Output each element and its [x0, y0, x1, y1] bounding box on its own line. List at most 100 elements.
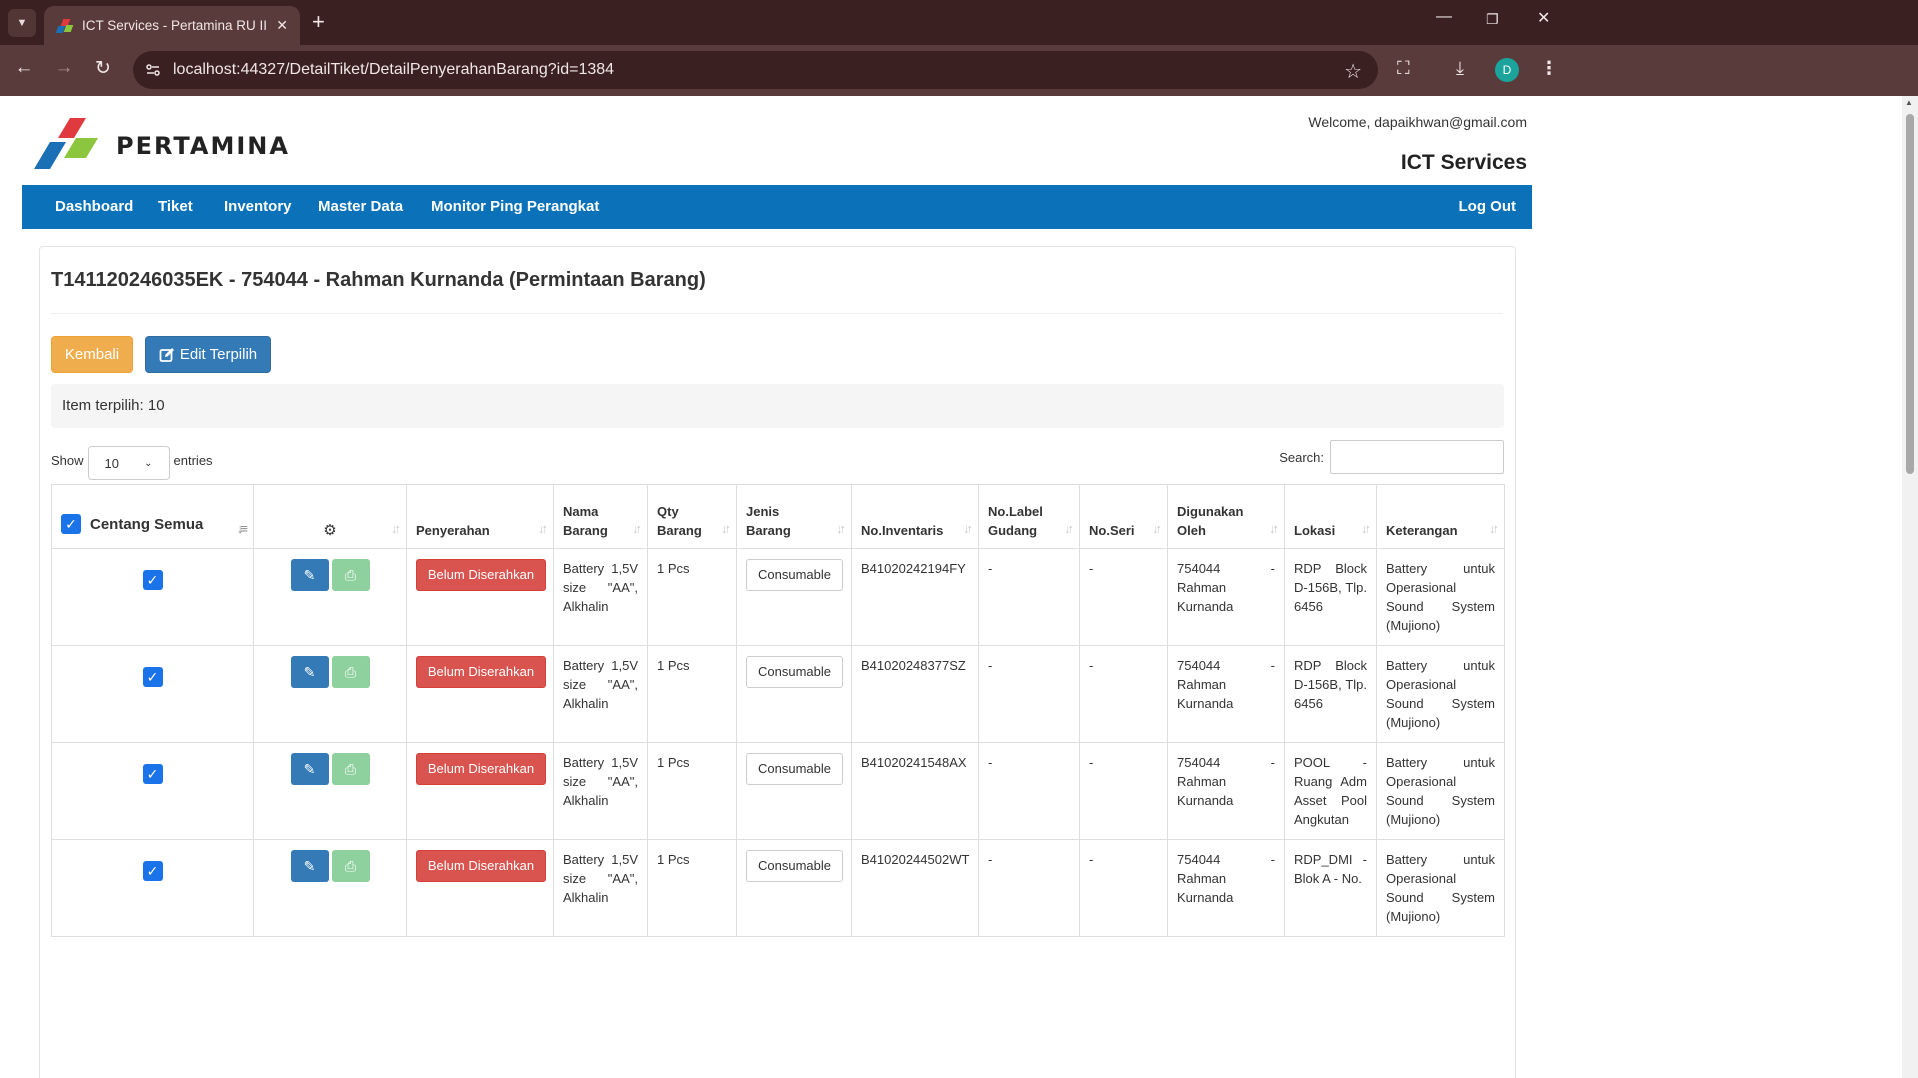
scroll-up-icon[interactable]: ▲ — [1905, 98, 1913, 107]
label-gudang-cell: - — [978, 548, 1080, 646]
col-label: No.Inventaris — [861, 523, 944, 538]
inventaris-cell: B41020244502WT — [851, 839, 979, 937]
sort-icon[interactable]: ↓↑ — [1269, 519, 1279, 538]
pencil-icon: ✎ — [303, 566, 316, 583]
nav-tiket[interactable]: Tiket — [158, 198, 193, 215]
browser-tab-active[interactable]: ICT Services - Pertamina RU II Dumai ✕ — [44, 6, 300, 45]
select-all-checkbox[interactable]: ✓ — [61, 514, 81, 534]
scrollbar-thumb[interactable] — [1906, 114, 1914, 474]
col-no-seri[interactable]: No.Seri ↓↑ — [1079, 484, 1168, 549]
plus-icon[interactable]: + — [312, 10, 325, 34]
check-icon: ✓ — [146, 765, 159, 782]
table-row: ✓ ✎ ⎙ Belum Diserahkan Battery 1,5V size … — [51, 645, 1505, 743]
restore-icon[interactable]: ❐ — [1486, 11, 1499, 28]
status-button[interactable]: Belum Diserahkan — [416, 656, 546, 688]
nav-dashboard[interactable]: Dashboard — [55, 198, 133, 215]
status-button[interactable]: Belum Diserahkan — [416, 850, 546, 882]
sort-icon[interactable]: ↓↑ — [1361, 519, 1371, 538]
page-scrollbar[interactable]: ▲ — [1902, 96, 1918, 1078]
star-icon[interactable]: ☆ — [1344, 59, 1362, 84]
col-keterangan[interactable]: Keterangan ↓↑ — [1376, 484, 1505, 549]
edit-row-button[interactable]: ✎ — [290, 656, 329, 688]
search-input[interactable] — [1330, 440, 1504, 474]
page-title: T141120246035EK - 754044 - Rahman Kurnan… — [51, 269, 706, 291]
sort-icon[interactable]: ↓↑ — [963, 519, 973, 538]
sort-icon[interactable]: ↓↑ — [721, 519, 731, 538]
jenis-cell: Consumable — [736, 645, 852, 743]
print-row-button[interactable]: ⎙ — [331, 559, 370, 591]
sort-icon[interactable]: ↓↑ — [391, 519, 401, 538]
edit-selected-button[interactable]: Edit Terpilih — [145, 336, 271, 373]
table-row: ✓ ✎ ⎙ Belum Diserahkan Battery 1,5V size … — [51, 548, 1505, 646]
minimize-icon[interactable]: — — [1436, 8, 1452, 26]
sort-icon[interactable]: ↓↑ — [1489, 519, 1499, 538]
col-actions[interactable]: ⚙ ↓↑ — [253, 484, 407, 549]
close-icon[interactable]: ✕ — [276, 17, 288, 34]
col-no-inventaris[interactable]: No.Inventaris ↓↑ — [851, 484, 979, 549]
menu-icon[interactable]: ⋮ — [1540, 58, 1558, 79]
selected-count-info: Item terpilih: 10 — [51, 384, 1504, 428]
col-jenis-barang[interactable]: Jenis Barang ↓↑ — [736, 484, 852, 549]
divider — [51, 313, 1503, 314]
row-checkbox[interactable]: ✓ — [142, 764, 163, 784]
back-arrow-icon[interactable]: ← — [10, 57, 38, 79]
table-body: ✓ ✎ ⎙ Belum Diserahkan Battery 1,5V size … — [51, 548, 1505, 937]
row-checkbox[interactable]: ✓ — [142, 861, 163, 881]
browser-tab-strip: ▼ ICT Services - Pertamina RU II Dumai ✕… — [0, 0, 1918, 45]
sort-icon[interactable]: ↓↑ — [836, 519, 846, 538]
print-row-button[interactable]: ⎙ — [331, 656, 370, 688]
col-digunakan-oleh[interactable]: Digunakan Oleh ↓↑ — [1167, 484, 1285, 549]
row-checkbox[interactable]: ✓ — [142, 570, 163, 590]
page-size-value: 10 — [104, 455, 119, 471]
col-label: Jenis — [746, 504, 780, 519]
nama-barang-cell: Battery 1,5V size "AA", Alkhalin — [553, 839, 648, 937]
nav-logout[interactable]: Log Out — [1459, 198, 1516, 215]
sort-icon[interactable]: ↓≡ — [237, 519, 248, 538]
nav-master-data[interactable]: Master Data — [318, 198, 403, 215]
row-actions: ✎ ⎙ — [253, 548, 407, 646]
sort-icon[interactable]: ↓↑ — [632, 519, 642, 538]
back-button[interactable]: Kembali — [51, 336, 133, 373]
row-checkbox[interactable]: ✓ — [142, 667, 163, 687]
sort-icon[interactable]: ↓↑ — [538, 519, 548, 538]
site-info-icon[interactable] — [145, 62, 161, 78]
forward-arrow-icon[interactable]: → — [50, 57, 78, 79]
address-bar[interactable]: localhost:44327/DetailTiket/DetailPenyer… — [133, 51, 1378, 89]
col-penyerahan[interactable]: Penyerahan ↓↑ — [406, 484, 554, 549]
tab-search-button[interactable]: ▼ — [8, 9, 36, 37]
col-label: Qty — [657, 504, 679, 519]
col-qty-barang[interactable]: Qty Barang ↓↑ — [647, 484, 737, 549]
status-button[interactable]: Belum Diserahkan — [416, 753, 546, 785]
edit-row-button[interactable]: ✎ — [290, 850, 329, 882]
col-nama-barang[interactable]: Nama Barang ↓↑ — [553, 484, 648, 549]
col-lokasi[interactable]: Lokasi ↓↑ — [1284, 484, 1377, 549]
window-close-icon[interactable]: ✕ — [1537, 8, 1550, 28]
edit-row-button[interactable]: ✎ — [290, 753, 329, 785]
keterangan-cell: Battery untuk Operasional Sound System (… — [1376, 742, 1505, 840]
table-row: ✓ ✎ ⎙ Belum Diserahkan Battery 1,5V size … — [51, 839, 1505, 937]
sort-icon[interactable]: ↓↑ — [1152, 519, 1162, 538]
type-button[interactable]: Consumable — [746, 753, 843, 785]
type-button[interactable]: Consumable — [746, 850, 843, 882]
extensions-icon[interactable]: ⛶ — [1397, 58, 1410, 79]
status-button[interactable]: Belum Diserahkan — [416, 559, 546, 591]
inventaris-cell: B41020248377SZ — [851, 645, 979, 743]
print-row-button[interactable]: ⎙ — [331, 753, 370, 785]
type-button[interactable]: Consumable — [746, 559, 843, 591]
page-size-select[interactable]: 10 ⌄ — [87, 446, 170, 480]
nav-inventory[interactable]: Inventory — [224, 198, 292, 215]
type-button[interactable]: Consumable — [746, 656, 843, 688]
edit-row-button[interactable]: ✎ — [290, 559, 329, 591]
col-label: Barang — [563, 523, 608, 538]
reload-icon[interactable]: ↻ — [89, 57, 117, 80]
nav-monitor-ping[interactable]: Monitor Ping Perangkat — [431, 198, 599, 215]
print-row-button[interactable]: ⎙ — [331, 850, 370, 882]
sort-icon[interactable]: ↓↑ — [1064, 519, 1074, 538]
row-actions: ✎ ⎙ — [253, 645, 407, 743]
profile-avatar[interactable]: D — [1495, 58, 1519, 82]
download-icon[interactable]: ⤓ — [1456, 58, 1464, 79]
col-select-all[interactable]: ✓ Centang Semua ↓≡ — [51, 484, 254, 549]
pertamina-logo[interactable]: PERTAMINA — [28, 118, 288, 170]
table-header-row: ✓ Centang Semua ↓≡ ⚙ ↓↑ Penyerahan ↓↑ Nam… — [51, 484, 1505, 549]
col-no-label-gudang[interactable]: No.Label Gudang ↓↑ — [978, 484, 1080, 549]
